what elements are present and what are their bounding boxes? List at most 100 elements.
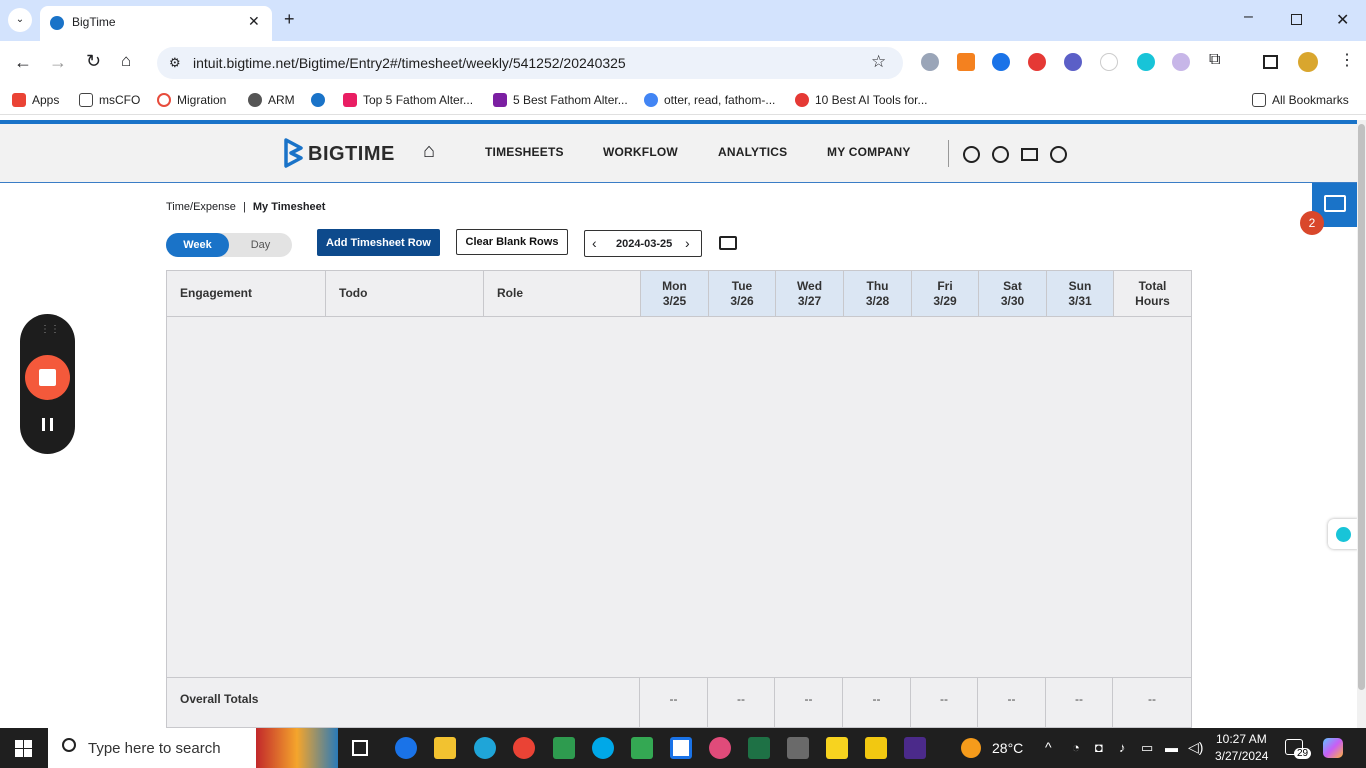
browser-toolbar: ← → ↻ ⌂ ⚙ intuit.bigtime.net/Bigtime/Ent… — [0, 41, 1366, 85]
pause-icon[interactable] — [42, 418, 53, 431]
tray-camera-icon[interactable]: ◘ — [1095, 740, 1103, 755]
tray-display-icon[interactable]: ▭ — [1141, 740, 1153, 756]
taskbar-r-app-icon[interactable] — [670, 737, 692, 759]
page-scrollbar[interactable] — [1357, 120, 1366, 728]
taskbar-skype-icon[interactable] — [592, 737, 614, 759]
side-panel-icon[interactable] — [1263, 55, 1278, 69]
window-close-icon[interactable]: ✕ — [1336, 10, 1349, 30]
back-icon[interactable]: ← — [14, 52, 32, 73]
mail-icon[interactable] — [1021, 148, 1038, 161]
print-icon[interactable] — [719, 236, 737, 250]
extension-teal-icon[interactable] — [1137, 53, 1155, 71]
breadcrumb: Time/Expense | My Timesheet — [166, 201, 325, 213]
taskbar-snipping-icon[interactable] — [709, 737, 731, 759]
search-placeholder: Type here to search — [88, 740, 221, 757]
reload-icon[interactable]: ↻ — [86, 51, 101, 72]
bookmark-migration[interactable]: Migration — [157, 93, 226, 107]
tab-search-button[interactable]: ⌄ — [8, 8, 32, 32]
clock-date[interactable]: 3/27/2024 — [1215, 749, 1268, 763]
extension-1password-icon[interactable] — [992, 53, 1010, 71]
bookmark-arm[interactable]: ARM — [248, 93, 295, 107]
forward-icon[interactable]: → — [49, 52, 67, 73]
bookmark-10best-ai[interactable]: 10 Best AI Tools for... — [795, 93, 928, 107]
taskbar-meet-icon[interactable] — [631, 737, 653, 759]
chrome-menu-icon[interactable]: ⋮ — [1339, 50, 1355, 70]
bookmark-otter-google[interactable]: otter, read, fathom-... — [644, 93, 775, 107]
taskbar-1password-icon[interactable] — [395, 737, 417, 759]
profile-avatar[interactable] — [1298, 52, 1318, 72]
week-toggle[interactable]: Week — [166, 233, 229, 257]
site-info-icon[interactable]: ⚙ — [169, 55, 181, 71]
extension-w-icon[interactable] — [1100, 53, 1118, 71]
taskbar-g-app-icon[interactable] — [904, 737, 926, 759]
tray-volume-icon[interactable]: ◁) — [1188, 739, 1203, 756]
tab-close-icon[interactable]: ✕ — [248, 13, 260, 30]
taskbar-sticky-notes-icon[interactable] — [826, 737, 848, 759]
scrollbar-thumb[interactable] — [1358, 124, 1365, 690]
new-tab-icon[interactable]: + — [284, 9, 295, 30]
weather-temperature[interactable]: 28°C — [992, 740, 1023, 756]
taskbar-green-app-icon[interactable] — [553, 737, 575, 759]
add-timesheet-row-button[interactable]: Add Timesheet Row — [317, 229, 440, 256]
week-date[interactable]: 2024-03-25 — [616, 238, 672, 250]
task-view-icon[interactable] — [352, 740, 368, 756]
header-role[interactable]: Role — [484, 271, 641, 316]
user-profile-icon[interactable] — [963, 146, 980, 163]
help-icon[interactable] — [1050, 146, 1067, 163]
restore-icon[interactable] — [1291, 14, 1302, 25]
extension-m-icon[interactable] — [1172, 53, 1190, 71]
address-bar[interactable]: ⚙ intuit.bigtime.net/Bigtime/Entry2#/tim… — [157, 47, 903, 79]
nav-analytics[interactable]: ANALYTICS — [718, 145, 787, 159]
home-icon[interactable]: ⌂ — [121, 51, 131, 71]
nav-workflow[interactable]: WORKFLOW — [603, 145, 678, 159]
search-highlight-image — [256, 728, 338, 768]
extension-red-icon[interactable] — [1028, 53, 1046, 71]
nav-timesheets[interactable]: TIMESHEETS — [485, 145, 564, 159]
taskbar-chrome-icon[interactable] — [513, 737, 535, 759]
tray-battery-icon[interactable]: ▬ — [1165, 740, 1178, 755]
clock-time[interactable]: 10:27 AM — [1216, 732, 1267, 746]
minimize-icon[interactable]: – — [1244, 8, 1253, 26]
notification-badge: 2 — [1300, 211, 1324, 235]
nav-home-icon[interactable]: ⌂ — [423, 140, 435, 163]
bookmark-mscfo[interactable]: msCFO — [79, 93, 140, 107]
bookmark-top5-fathom[interactable]: Top 5 Fathom Alter... — [343, 93, 473, 107]
extensions-puzzle-icon[interactable]: ⧉ — [1209, 51, 1220, 69]
windows-start-icon[interactable] — [15, 740, 32, 757]
tray-chevron-icon[interactable]: ^ — [1045, 739, 1052, 755]
site-pink-icon — [343, 93, 357, 107]
taskbar-powerbi-icon[interactable] — [865, 737, 887, 759]
bookmark-star-icon[interactable]: ☆ — [871, 52, 886, 72]
extension-orange-icon[interactable] — [957, 53, 975, 71]
weather-sun-icon[interactable] — [961, 738, 981, 758]
taskbar-calculator-icon[interactable] — [787, 737, 809, 759]
url-text: intuit.bigtime.net/Bigtime/Entry2#/times… — [193, 55, 626, 71]
taskbar-excel-icon[interactable] — [748, 737, 770, 759]
all-bookmarks[interactable]: All Bookmarks — [1252, 93, 1349, 107]
next-week-icon[interactable]: › — [685, 235, 690, 251]
taskbar-search-box[interactable]: Type here to search — [48, 728, 256, 768]
bookmark-apps[interactable]: Apps — [12, 93, 59, 107]
tray-network-icon[interactable]: ◔ — [1072, 740, 1080, 755]
breadcrumb-parent[interactable]: Time/Expense — [166, 201, 236, 213]
header-todo[interactable]: Todo — [326, 271, 484, 316]
clear-blank-rows-button[interactable]: Clear Blank Rows — [456, 229, 568, 255]
extension-shield-icon[interactable] — [921, 53, 939, 71]
taskbar-file-explorer-icon[interactable] — [434, 737, 456, 759]
tray-mic-icon[interactable]: ♪ — [1119, 740, 1126, 755]
drag-handle-icon[interactable]: ⋮⋮ — [40, 324, 60, 335]
clock-icon[interactable] — [992, 146, 1009, 163]
extension-gear-icon[interactable] — [1064, 53, 1082, 71]
copilot-icon[interactable] — [1323, 738, 1343, 758]
assistant-side-icon[interactable] — [1328, 519, 1358, 549]
browser-tab-bigtime[interactable]: BigTime ✕ — [40, 6, 272, 41]
day-toggle[interactable]: Day — [229, 233, 292, 257]
stop-record-button[interactable] — [25, 355, 70, 400]
bookmark-bigtime[interactable] — [311, 93, 331, 107]
taskbar-edge-icon[interactable] — [474, 737, 496, 759]
nav-my-company[interactable]: MY COMPANY — [827, 145, 911, 159]
previous-week-icon[interactable]: ‹ — [592, 235, 597, 251]
bookmark-5best-fathom[interactable]: 5 Best Fathom Alter... — [493, 93, 628, 107]
bigtime-logo[interactable] — [283, 138, 305, 171]
header-engagement[interactable]: Engagement — [167, 271, 326, 316]
